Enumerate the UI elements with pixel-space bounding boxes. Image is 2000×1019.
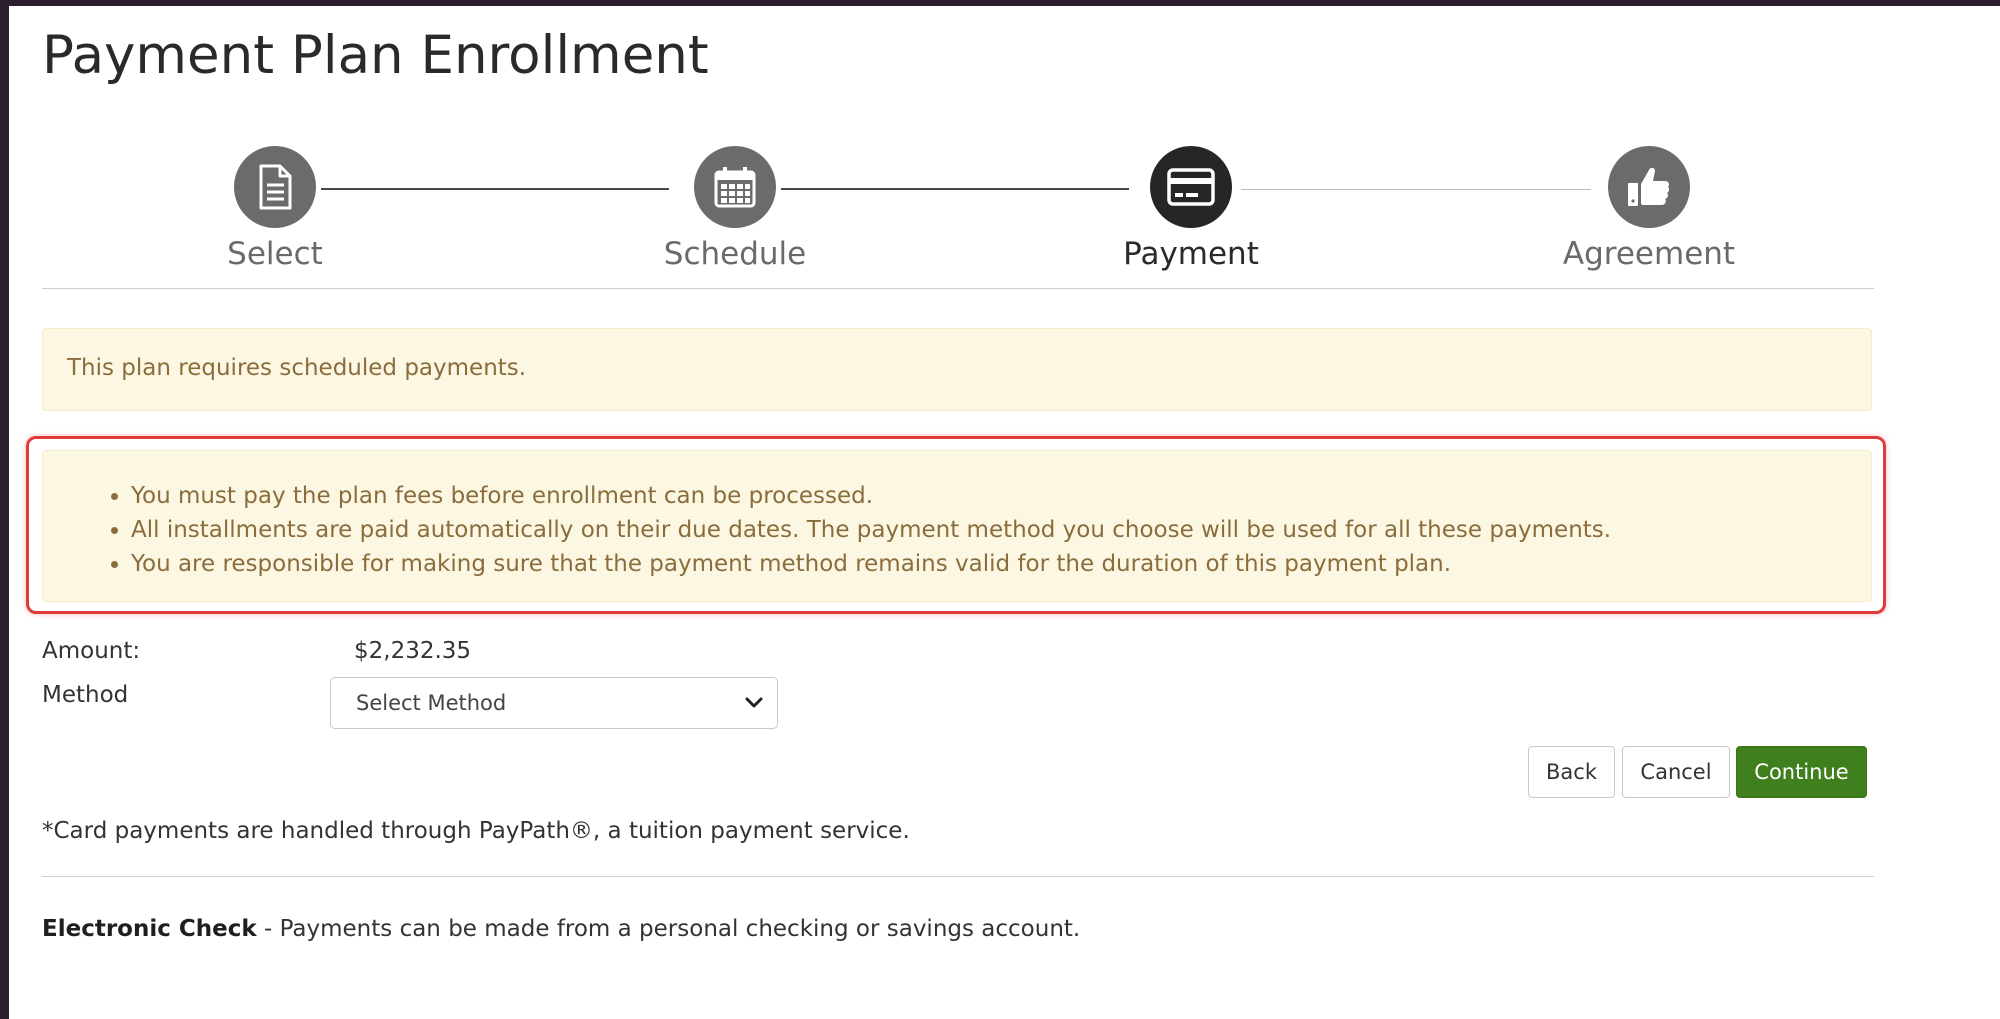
step-select[interactable]: Select [125,146,425,272]
method-label: Method [42,682,129,708]
step-circle [1150,146,1232,228]
step-payment[interactable]: Payment [1041,146,1341,272]
step-label: Payment [1123,236,1259,272]
cancel-button[interactable]: Cancel [1622,746,1730,798]
step-schedule[interactable]: Schedule [585,146,885,272]
method-selected-value: Select Method [356,691,507,715]
page-container: Payment Plan Enrollment Select Schedule … [9,6,2000,1019]
step-agreement[interactable]: Agreement [1499,146,1799,272]
step-label: Schedule [663,236,807,272]
step-circle [234,146,316,228]
step-label: Select [227,236,323,272]
echeck-title: Electronic Check [42,916,257,942]
highlight-box [26,436,1886,614]
footer-divider [42,876,1874,877]
scheduled-payments-alert: This plan requires scheduled payments. [42,328,1872,411]
document-icon [259,164,292,210]
amount-label: Amount: [42,638,141,664]
continue-button[interactable]: Continue [1736,746,1867,798]
step-label: Agreement [1562,236,1736,272]
echeck-description: - Payments can be made from a personal c… [256,916,1081,942]
step-circle [1608,146,1690,228]
electronic-check-info: Electronic Check - Payments can be made … [42,916,1080,942]
method-select[interactable]: Select Method [330,677,778,729]
stepper-divider [42,288,1874,289]
step-circle [694,146,776,228]
calendar-icon [714,167,756,208]
thumbs-up-icon [1628,167,1670,206]
chevron-down-icon [745,697,763,708]
back-button[interactable]: Back [1528,746,1615,798]
alert-text: This plan requires scheduled payments. [67,355,527,381]
page-title: Payment Plan Enrollment [42,25,709,86]
progress-stepper: Select Schedule Payment Agreement [9,146,2000,276]
card-payment-note: *Card payments are handled through PayPa… [42,818,910,844]
amount-value: $2,232.35 [354,638,472,664]
credit-card-icon [1167,168,1215,206]
